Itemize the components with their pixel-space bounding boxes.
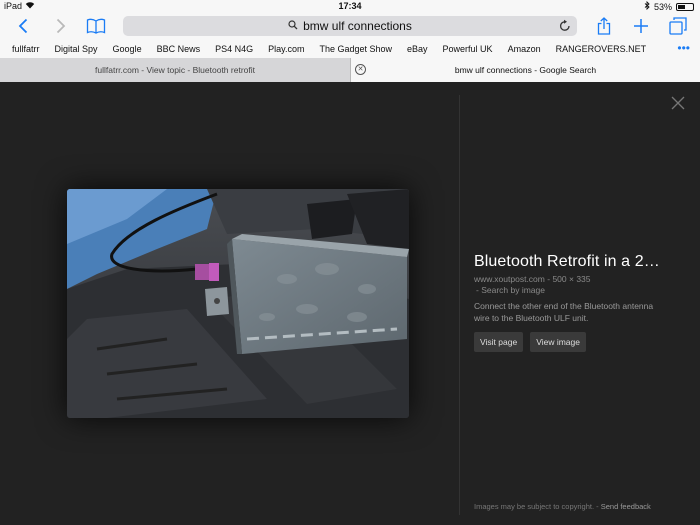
battery-percent: 53% (653, 1, 672, 12)
bookmark-amazon[interactable]: Amazon (508, 44, 541, 54)
browser-toolbar: bmw ulf connections (0, 13, 700, 40)
view-image-button[interactable]: View image (530, 332, 586, 352)
bookmark-powerful-uk[interactable]: Powerful UK (443, 44, 493, 54)
reload-icon[interactable] (559, 19, 571, 35)
image-description: Connect the other end of the Bluetooth a… (474, 301, 654, 323)
close-icon[interactable] (670, 95, 686, 111)
copyright-notice: Images may be subject to copyright. (474, 502, 595, 511)
bookmark-ps4-n4g[interactable]: PS4 N4G (215, 44, 253, 54)
tab-bar: fullfatrr.com - View topic - Bluetooth r… (0, 58, 700, 82)
bookmark-ebay[interactable]: eBay (407, 44, 428, 54)
status-bar: iPad 17:34 53% (0, 0, 700, 13)
tab-fullfatrr[interactable]: fullfatrr.com - View topic - Bluetooth r… (0, 58, 350, 82)
tabs-overview-icon[interactable] (667, 15, 689, 37)
status-right: 53% (644, 0, 694, 12)
address-text: bmw ulf connections (303, 19, 412, 33)
viewer-divider (459, 95, 460, 515)
viewer-footer: Images may be subject to copyright. - Se… (474, 502, 651, 511)
address-bar[interactable]: bmw ulf connections (123, 16, 577, 36)
visit-page-button[interactable]: Visit page (474, 332, 524, 352)
forward-icon[interactable] (52, 15, 70, 37)
tab-google-search[interactable]: ✕ bmw ulf connections - Google Search (350, 58, 700, 82)
image-dimensions: 500 × 335 (552, 274, 591, 284)
tab-close-icon[interactable]: ✕ (355, 64, 366, 75)
search-by-image-link[interactable]: Search by image (481, 285, 545, 295)
bookmarks-bar: fullfatrr Digital Spy Google BBC News PS… (0, 40, 700, 58)
back-icon[interactable] (14, 15, 32, 37)
image-viewer: Bluetooth Retrofit in a 2… www.xoutpost.… (0, 83, 700, 525)
image-info-panel: Bluetooth Retrofit in a 2… www.xoutpost.… (474, 253, 684, 352)
status-time: 17:34 (338, 1, 362, 11)
bluetooth-icon (644, 0, 650, 12)
image-title[interactable]: Bluetooth Retrofit in a 2… (474, 253, 684, 271)
bookmark-bbc-news[interactable]: BBC News (157, 44, 201, 54)
bookmark-rangerovers[interactable]: RANGEROVERS.NET (556, 44, 647, 54)
bookmark-play-com[interactable]: Play.com (268, 44, 304, 54)
search-icon (288, 19, 298, 33)
bookmark-fullfatrr[interactable]: fullfatrr (12, 44, 40, 54)
image-meta: www.xoutpost.com - 500 × 335 - Search by… (474, 274, 684, 296)
tab-label: bmw ulf connections - Google Search (454, 65, 597, 75)
bookmarks-book-icon[interactable] (85, 15, 107, 37)
preview-image[interactable] (67, 189, 409, 418)
battery-icon (676, 2, 694, 11)
info-buttons: Visit page View image (474, 332, 684, 352)
battery-fill (678, 4, 685, 9)
bookmark-digital-spy[interactable]: Digital Spy (55, 44, 98, 54)
new-tab-plus-icon[interactable] (630, 15, 652, 37)
more-bookmarks-icon[interactable]: ••• (677, 42, 690, 54)
bookmark-google[interactable]: Google (113, 44, 142, 54)
image-source[interactable]: www.xoutpost.com (474, 274, 545, 284)
tab-label: fullfatrr.com - View topic - Bluetooth r… (95, 65, 255, 75)
send-feedback-link[interactable]: Send feedback (601, 502, 651, 511)
share-icon[interactable] (594, 15, 614, 37)
bookmark-the-gadget-show[interactable]: The Gadget Show (319, 44, 392, 54)
